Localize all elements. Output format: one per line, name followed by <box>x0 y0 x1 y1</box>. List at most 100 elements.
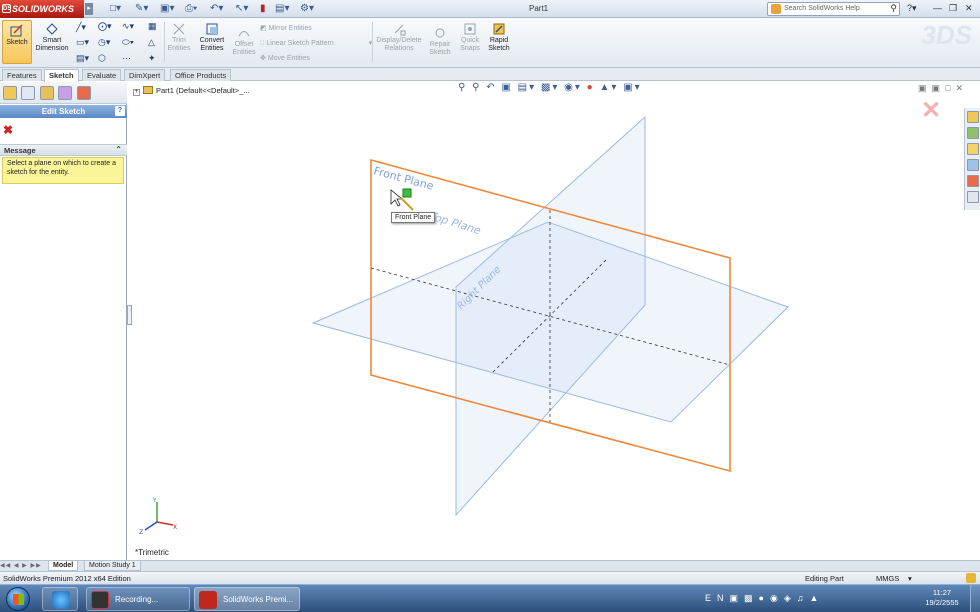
help-button[interactable]: ? <box>115 106 125 116</box>
tray-app-icon[interactable]: ▣ <box>730 593 745 603</box>
text-icon[interactable]: △ <box>148 37 155 48</box>
undo-icon[interactable]: ↶▾ <box>210 2 223 16</box>
point-icon[interactable]: ✦ <box>148 53 156 64</box>
displaymanager-icon[interactable] <box>77 86 91 100</box>
cancel-icon[interactable]: ✖ <box>3 123 13 137</box>
rapid-sketch-button[interactable]: Rapid Sketch <box>486 22 512 53</box>
tab-motion-study-1[interactable]: Motion Study 1 <box>84 561 141 571</box>
close-button[interactable]: ✕ <box>965 3 973 14</box>
search-icon[interactable]: ⚲ <box>890 3 897 14</box>
language-indicator-icon[interactable]: EN <box>705 593 730 603</box>
tab-scroll-buttons[interactable]: ◀◀ ◀ ▶ ▶▶ <box>0 562 42 569</box>
unit-system-selector[interactable]: MMGS <box>876 574 899 583</box>
panel-resize-handle[interactable]: ⋮ <box>127 305 133 325</box>
dimxpertmanager-icon[interactable] <box>58 86 72 100</box>
configurationmanager-icon[interactable] <box>40 86 54 100</box>
options-icon[interactable]: ⚙▾ <box>300 2 314 16</box>
move-entities-button[interactable]: ✥ Move Entities <box>260 54 310 62</box>
tab-evaluate[interactable]: Evaluate <box>82 69 122 81</box>
expand-toggle-icon[interactable]: + <box>133 89 140 96</box>
solidworks-logo[interactable]: DS SOLIDWORKS <box>0 0 84 18</box>
tab-model[interactable]: Model <box>48 561 79 571</box>
tray-app-icon[interactable]: ◈ <box>784 593 797 603</box>
system-clock[interactable]: 11:27 19/2/2555 <box>924 588 960 608</box>
sketch-fillet-icon[interactable]: ▦ <box>148 21 157 32</box>
internet-explorer-button[interactable] <box>42 587 78 611</box>
tab-dimxpert[interactable]: DimXpert <box>124 69 166 81</box>
doc-maximize-button[interactable]: □ <box>945 83 955 93</box>
propertymanager-icon[interactable] <box>21 86 35 100</box>
slot-icon[interactable]: ▤▾ <box>76 53 89 64</box>
custom-properties-icon[interactable] <box>967 191 979 203</box>
view-orientation-icon[interactable]: ▤▾ <box>518 82 536 93</box>
file-properties-icon[interactable]: ▤▾ <box>275 2 289 16</box>
spline-icon[interactable]: ∿▾ <box>122 21 134 32</box>
section-view-icon[interactable]: ▣ <box>501 82 512 93</box>
apply-scene-icon[interactable]: ▲▾ <box>599 82 618 93</box>
show-hidden-icons-icon[interactable]: ▲ <box>810 593 825 603</box>
collapse-chevron-icon[interactable]: ⌃ <box>115 145 122 154</box>
search-help-input[interactable]: Search SolidWorks Help ⚲ <box>767 2 900 16</box>
centerline-icon[interactable]: ⋯ <box>122 53 131 64</box>
appearances-icon[interactable] <box>967 175 979 187</box>
trim-entities-button[interactable]: Trim Entities <box>165 22 193 53</box>
file-explorer-icon[interactable] <box>967 143 979 155</box>
edit-appearance-icon[interactable]: ● <box>587 82 595 93</box>
zoom-to-fit-icon[interactable]: ⚲ <box>458 82 467 93</box>
previous-view-icon[interactable]: ↶ <box>486 82 496 93</box>
repair-sketch-button[interactable]: Repair Sketch <box>426 26 454 57</box>
help-icon[interactable]: ?▾ <box>907 3 917 14</box>
open-icon[interactable]: ✎▾ <box>135 2 148 16</box>
solidworks-resources-icon[interactable] <box>967 111 979 123</box>
volume-icon[interactable]: ♫ <box>797 593 810 603</box>
line-icon[interactable]: ╱▾ <box>76 22 86 33</box>
arc-icon[interactable]: ◷▾ <box>98 37 110 48</box>
start-button[interactable] <box>6 587 30 611</box>
tab-features[interactable]: Features <box>2 69 42 81</box>
doc-minimize-button[interactable]: ▣ <box>918 83 932 93</box>
zoom-to-area-icon[interactable]: ⚲ <box>472 82 481 93</box>
graphics-area[interactable]: Front Plane Top Plane Right Plane Y X Z … <box>133 82 980 560</box>
doc-restore-button[interactable]: ▣ <box>932 83 946 93</box>
circle-icon[interactable]: ⨀▾ <box>98 21 112 32</box>
display-style-icon[interactable]: ▩▾ <box>541 82 559 93</box>
doc-close-button[interactable]: ✕ <box>955 83 968 93</box>
featuremanager-tree-icon[interactable] <box>3 86 17 100</box>
hide-show-items-icon[interactable]: ◉▾ <box>564 82 582 93</box>
ellipse-icon[interactable]: ⬭▾ <box>122 37 134 48</box>
new-document-icon[interactable]: □▾ <box>110 2 121 16</box>
tray-app-icon[interactable]: ● <box>759 593 770 603</box>
rectangle-icon[interactable]: ▭▾ <box>76 37 89 48</box>
design-library-icon[interactable] <box>967 127 979 139</box>
sketch-button[interactable]: Sketch <box>2 20 32 64</box>
unit-dropdown-icon[interactable]: ▾ <box>908 574 912 583</box>
taskbar-app-recording[interactable]: Recording... <box>86 587 190 611</box>
search-scope-icon[interactable] <box>771 4 781 14</box>
minimize-button[interactable]: — <box>933 3 942 13</box>
print-icon[interactable]: ⎙▾ <box>185 2 197 16</box>
show-desktop-button[interactable] <box>970 585 980 612</box>
linear-sketch-pattern-button[interactable]: ∷ Linear Sketch Pattern ▾ <box>260 39 372 47</box>
restore-button[interactable]: ❐ <box>949 3 957 14</box>
quick-snaps-button[interactable]: Quick Snaps <box>457 22 483 53</box>
quick-tips-icon[interactable] <box>966 573 976 583</box>
view-settings-icon[interactable]: ▣▾ <box>623 82 641 93</box>
offset-entities-button[interactable]: Offset Entities <box>230 26 258 57</box>
mirror-entities-button[interactable]: ◩ Mirror Entities <box>260 24 312 32</box>
tab-sketch[interactable]: Sketch <box>44 69 79 82</box>
save-icon[interactable]: ▣▾ <box>160 2 174 16</box>
polygon-icon[interactable]: ⬡ <box>98 53 106 64</box>
network-icon[interactable]: ▩ <box>744 593 759 603</box>
taskbar-app-solidworks[interactable]: SolidWorks Premi... <box>194 587 300 611</box>
rebuild-icon[interactable]: ▮ <box>260 2 266 16</box>
tray-app-icon[interactable]: ◉ <box>770 593 784 603</box>
exit-sketch-confirmation-icon[interactable]: ✕ <box>921 96 941 125</box>
display-delete-relations-button[interactable]: Display/Delete Relations <box>374 22 424 53</box>
tab-office-products[interactable]: Office Products <box>170 69 232 81</box>
smart-dimension-button[interactable]: Smart Dimension <box>34 22 70 53</box>
message-section-header[interactable]: Message ⌃ <box>0 144 127 156</box>
menu-flyout-arrow-icon[interactable]: ▸ <box>85 3 93 15</box>
convert-entities-button[interactable]: Convert Entities <box>196 22 228 53</box>
feature-tree-root[interactable]: + Part1 (Default<<Default>_... <box>133 86 250 96</box>
view-palette-icon[interactable] <box>967 159 979 171</box>
